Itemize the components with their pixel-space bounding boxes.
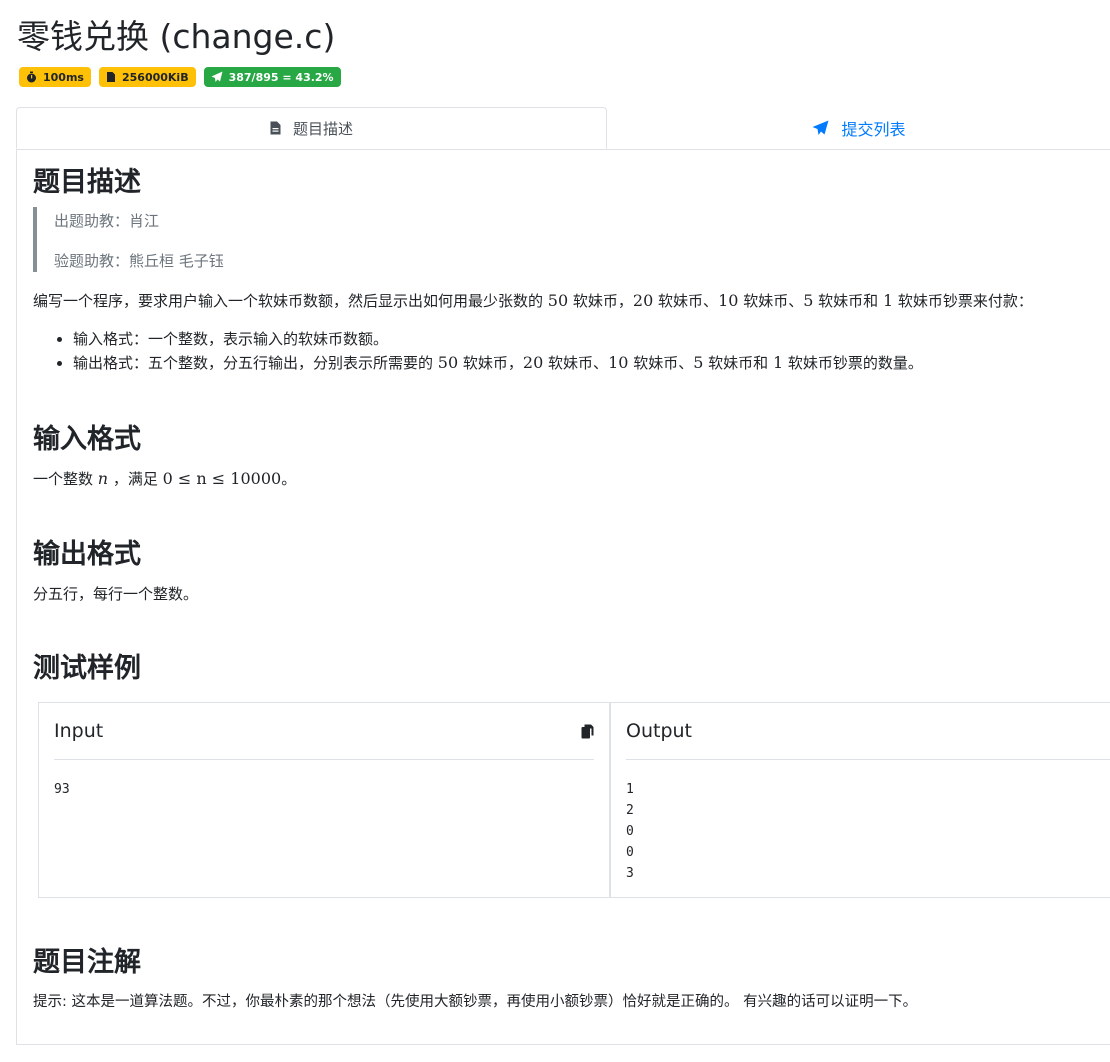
problem-badges: 100ms 256000KiB 387/895 = 43.2%: [19, 67, 341, 87]
notes-text: 提示: 这本是一道算法题。不过，你最朴素的那个想法（先使用大额钞票，再使用小额钞…: [33, 994, 918, 1010]
math-20: 20: [632, 291, 654, 310]
tab-description-label: 题目描述: [292, 119, 353, 138]
sample-output-panel: Output 1 2 0 0 3: [611, 703, 1110, 897]
blockquote-bar: [33, 207, 37, 272]
sample-output-header: Output: [626, 703, 1110, 760]
math-10: 10: [718, 291, 739, 310]
math-1: 1: [882, 291, 894, 310]
problem-intro: 编写一个程序，要求用户输入一个软妹币数额，然后显示出如何用最少张数的 50 软妹…: [33, 291, 1033, 310]
memory-icon: [106, 72, 115, 82]
problem-content: 题目描述 出题助教：肖江 验题助教：熊丘桓 毛子钰 编写一个程序，要求用户输入一…: [16, 149, 1110, 1045]
output-format-heading: 输出格式: [33, 539, 141, 570]
description-heading: 题目描述: [33, 167, 141, 198]
time-limit-badge: 100ms: [19, 67, 91, 87]
sample-output-label: Output: [626, 720, 692, 742]
sample-output-value: 1 2 0 0 3: [626, 782, 634, 881]
output-format-text: 分五行，每行一个整数。: [33, 585, 199, 603]
memory-limit-badge: 256000KiB: [98, 67, 196, 87]
input-format-heading: 输入格式: [33, 424, 141, 455]
sample-input-panel: Input 93: [39, 703, 611, 897]
samples-heading: 测试样例: [33, 653, 141, 684]
setter-line: 出题助教：肖江: [54, 212, 160, 230]
tab-submissions-label: 提交列表: [841, 120, 906, 139]
acceptance-value: 387/895 = 43.2%: [228, 70, 334, 84]
copy-icon: [581, 724, 594, 738]
file-icon: [270, 121, 281, 135]
page-title: 零钱兑换 (change.c): [17, 17, 336, 56]
math-50: 50: [547, 291, 569, 310]
paper-plane-icon: [812, 120, 829, 135]
acceptance-badge: 387/895 = 43.2%: [203, 67, 341, 87]
copy-button[interactable]: [581, 724, 594, 739]
tab-submissions[interactable]: 提交列表: [608, 107, 1110, 149]
input-format-text: 一个整数 n ，满足 0 ≤ n ≤ 10000。: [33, 469, 297, 488]
tester-line: 验题助教：熊丘桓 毛子钰: [54, 252, 224, 270]
constraint-math: 0 ≤ n ≤ 10000: [162, 469, 282, 488]
notes-heading: 题目注解: [33, 947, 141, 978]
math-5: 5: [803, 291, 814, 310]
sample-table: Input 93 Output 1 2 0 0 3: [38, 702, 1110, 898]
paper-plane-icon: [211, 71, 223, 82]
stopwatch-icon: [27, 71, 36, 83]
format-bullets: 输入格式：一个整数，表示输入的软妹币数额。 输出格式：五个整数，分五行输出，分别…: [33, 328, 923, 375]
sample-input-header: Input: [54, 703, 594, 760]
memory-limit-value: 256000KiB: [121, 70, 189, 84]
tab-description[interactable]: 题目描述: [16, 107, 607, 149]
list-item: 输出格式：五个整数，分五行输出，分别表示所需要的 50 软妹币，20 软妹币、1…: [73, 351, 923, 375]
problem-tabs: 题目描述 提交列表: [16, 107, 1110, 149]
list-item: 输入格式：一个整数，表示输入的软妹币数额。: [73, 328, 923, 351]
time-limit-value: 100ms: [43, 70, 84, 84]
sample-input-value: 93: [54, 782, 70, 797]
sample-input-label: Input: [54, 720, 104, 742]
